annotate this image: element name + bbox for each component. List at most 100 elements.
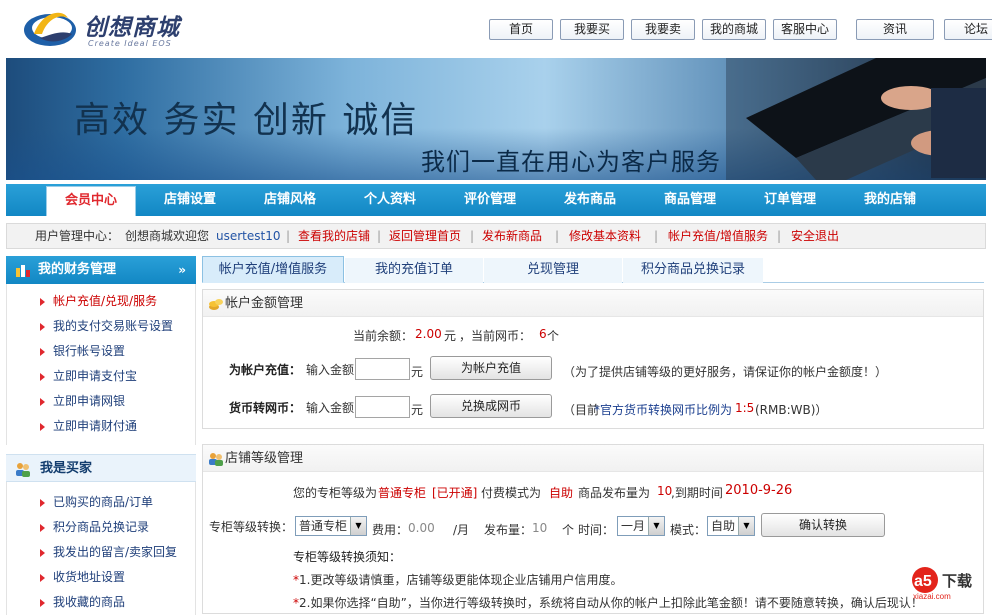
top-nav-my-mall[interactable]: 我的商城	[702, 19, 766, 40]
sidebar-item-address[interactable]: 收货地址设置	[7, 565, 195, 590]
coin-label: ，当前网币：	[459, 329, 532, 343]
main-nav-shop-settings[interactable]: 店铺设置	[144, 184, 236, 216]
sidebar-item-netbank[interactable]: 立即申请网银	[7, 389, 195, 414]
user-toolbar: 用户管理中心： 创想商城欢迎您 usertest10 | 查看我的店铺 | 返回…	[6, 223, 986, 249]
link-publish-new[interactable]: 发布新商品	[482, 224, 542, 248]
sidebar-finance-header[interactable]: 我的财务管理 »	[6, 256, 196, 284]
top-nav: 首页 我要买 我要卖 我的商城 客服中心 资讯 论坛	[489, 19, 992, 40]
main-nav-profile[interactable]: 个人资料	[344, 184, 436, 216]
convert-yuan: 元	[411, 403, 424, 417]
arrow-right-icon	[40, 549, 45, 557]
convert-coin-button[interactable]: 兑换成网币	[430, 394, 552, 418]
main-nav-my-shop[interactable]: 我的店铺	[844, 184, 936, 216]
recharge-button[interactable]: 为帐户充值	[430, 356, 552, 380]
arrow-right-icon	[40, 423, 45, 431]
main-nav-shop-style[interactable]: 店铺风格	[244, 184, 336, 216]
convert-ratio: 1:5	[735, 401, 755, 415]
link-logout[interactable]: 安全退出	[791, 224, 839, 248]
sidebar-item-purchased[interactable]: 已购买的商品/订单	[7, 490, 195, 515]
tab-withdraw[interactable]: 兑现管理	[484, 258, 622, 283]
sidebar-item-favorites[interactable]: 我收藏的商品	[7, 590, 195, 615]
top-nav-buy[interactable]: 我要买	[560, 19, 624, 40]
watermark-text: 下载	[942, 572, 972, 590]
arrow-right-icon	[40, 398, 45, 406]
toolbar-welcome: 创想商城欢迎您	[125, 229, 210, 243]
balance-label: 当前余额：	[353, 329, 414, 343]
sidebar: 我的财务管理 » 帐户充值/兑现/服务 我的支付交易账号设置 银行帐号设置 立即…	[6, 256, 196, 615]
main-nav: 会员中心 店铺设置 店铺风格 个人资料 评价管理 发布商品 商品管理 订单管理 …	[6, 184, 986, 216]
link-admin-home[interactable]: 返回管理首页	[389, 224, 461, 248]
toolbar-separator: |	[777, 229, 782, 243]
sidebar-item-recharge[interactable]: 帐户充值/兑现/服务	[7, 289, 195, 314]
toolbar-separator: |	[654, 229, 659, 243]
sidebar-buyer-title: 我是买家	[40, 461, 93, 476]
tab-recharge[interactable]: 帐户充值/增值服务	[202, 256, 344, 283]
dropdown-arrow-icon: ▼	[648, 517, 664, 535]
confirm-convert-button[interactable]: 确认转换	[761, 513, 885, 537]
logo[interactable]: 创想商城 Create Ideal EOS	[22, 2, 192, 54]
coin-value: 6	[539, 327, 547, 341]
mode-select[interactable]: 自助 ▼	[707, 516, 755, 536]
arrow-right-icon	[40, 348, 45, 356]
toolbar-prefix: 用户管理中心：	[35, 229, 120, 243]
fee-value: 0.00	[408, 521, 435, 535]
level-mode: 自助	[549, 486, 574, 500]
sidebar-item-points-records[interactable]: 积分商品兑换记录	[7, 515, 195, 540]
toolbar-separator: |	[286, 229, 291, 243]
sidebar-buyer-header[interactable]: 我是买家	[6, 454, 196, 482]
convert-note-c: (RMB:WB)）	[755, 403, 828, 417]
level-expire: 2010-9-26	[725, 483, 793, 498]
watermark-brand: a5	[914, 573, 932, 590]
tab-bar: 帐户充值/增值服务 我的充值订单 兑现管理 积分商品兑换记录	[202, 256, 984, 283]
main-nav-products[interactable]: 商品管理	[644, 184, 736, 216]
banner-slogan: 高效 务实 创新 诚信	[74, 100, 419, 141]
mode-label: 模式：	[670, 523, 707, 537]
sidebar-item-bank-account[interactable]: 银行帐号设置	[7, 339, 195, 364]
link-view-my-shop[interactable]: 查看我的店铺	[298, 224, 370, 248]
recharge-amount-input[interactable]	[355, 358, 410, 380]
a5-watermark-logo: a5 下载 xiazai.com	[912, 567, 972, 601]
sidebar-item-alipay[interactable]: 立即申请支付宝	[7, 364, 195, 389]
top-nav-home[interactable]: 首页	[489, 19, 553, 40]
collapse-icon[interactable]: »	[178, 256, 186, 284]
notice-2: *2.如果你选择“自助”，当你进行等级转换时，系统将自动从你的帐户上扣除此笔金额…	[293, 596, 923, 610]
convert-label: 货币转网币：	[229, 401, 302, 415]
logo-swirl-icon	[24, 12, 76, 46]
main-nav-orders[interactable]: 订单管理	[744, 184, 836, 216]
top-nav-service[interactable]: 客服中心	[773, 19, 837, 40]
notice-1: *1.更改等级请慎重，店铺等级更能体现企业店铺用户信用度。	[293, 573, 623, 587]
arrow-right-icon	[40, 524, 45, 532]
sidebar-item-payment-account[interactable]: 我的支付交易账号设置	[7, 314, 195, 339]
finance-icon	[16, 265, 30, 277]
arrow-right-icon	[40, 499, 45, 507]
level-select[interactable]: 普通专柜 ▼	[295, 516, 367, 536]
level-name: 普通专柜	[378, 486, 427, 500]
sidebar-item-messages[interactable]: 我发出的留言/卖家回复	[7, 540, 195, 565]
main-nav-publish[interactable]: 发布商品	[544, 184, 636, 216]
level-panel: 店铺等级管理 您的专柜等级为 普通专柜 [已开通] 付费模式为 自助 商品发布量…	[202, 444, 984, 614]
buyer-users-icon	[16, 463, 30, 477]
top-nav-sell[interactable]: 我要卖	[631, 19, 695, 40]
convert-amount-input[interactable]	[355, 396, 410, 418]
banner: 高效 务实 创新 诚信 我们一直在用心为客户服务	[6, 58, 986, 180]
sidebar-item-tenpay[interactable]: 立即申请财付通	[7, 414, 195, 439]
main-nav-member-center[interactable]: 会员中心	[46, 186, 136, 216]
recharge-amount-label: 输入金额	[306, 363, 355, 377]
main-nav-reviews[interactable]: 评价管理	[444, 184, 536, 216]
top-nav-news[interactable]: 资讯	[856, 19, 934, 40]
time-select[interactable]: 一月 ▼	[617, 516, 665, 536]
per-month: /月	[453, 523, 470, 537]
tab-recharge-orders[interactable]: 我的充值订单	[345, 258, 483, 283]
sidebar-buyer-list: 已购买的商品/订单 积分商品兑换记录 我发出的留言/卖家回复 收货地址设置 我收…	[6, 482, 196, 615]
level-convert-label: 专柜等级转换：	[209, 520, 294, 534]
arrow-right-icon	[40, 574, 45, 582]
fee-label: 费用：	[372, 523, 409, 537]
level-panel-title: 店铺等级管理	[225, 451, 304, 466]
link-recharge[interactable]: 帐户充值/增值服务	[668, 224, 768, 248]
top-nav-forum[interactable]: 论坛	[944, 19, 992, 40]
arrow-right-icon	[40, 298, 45, 306]
link-edit-profile[interactable]: 修改基本资料	[569, 224, 641, 248]
tab-points-exchange[interactable]: 积分商品兑换记录	[623, 258, 763, 283]
level-panel-header: 店铺等级管理	[203, 445, 983, 472]
level-text-b: 付费模式为	[481, 486, 542, 500]
